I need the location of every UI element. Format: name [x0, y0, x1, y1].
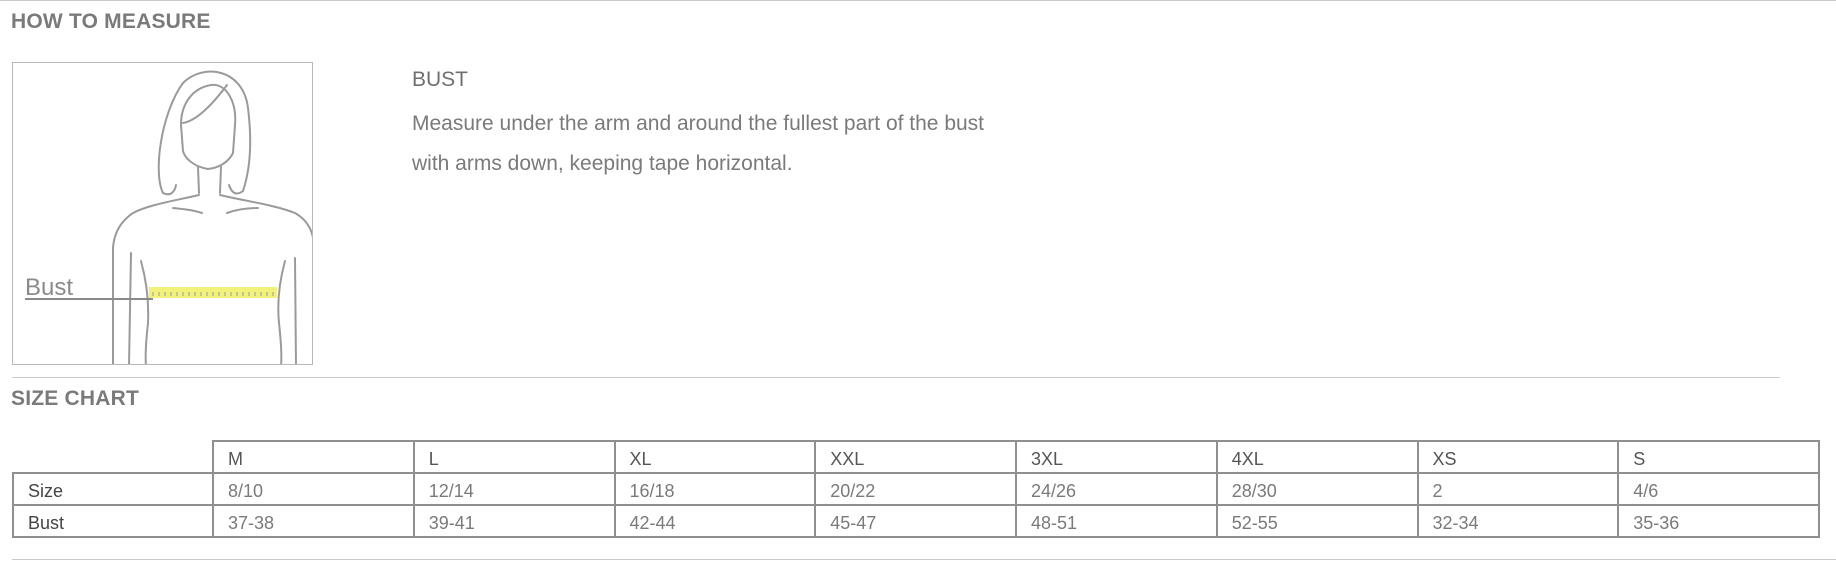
- table-cell: 20/22: [814, 472, 1017, 506]
- column-header: XS: [1416, 440, 1620, 474]
- measure-description-line-2: with arms down, keeping tape horizontal.: [412, 152, 793, 175]
- size-chart-table: M L XL XXL 3XL 4XL XS S Size 8/10 12/14 …: [12, 440, 1820, 538]
- row-label: Size: [12, 472, 214, 506]
- table-cell: 45-47: [814, 504, 1017, 538]
- table-cell: 16/18: [613, 472, 817, 506]
- measure-description: Measure under the arm and around the ful…: [412, 104, 1052, 184]
- top-divider: [0, 0, 1836, 1]
- column-header: S: [1617, 440, 1820, 474]
- table-cell: 4/6: [1617, 472, 1820, 506]
- table-cell: 48-51: [1015, 504, 1218, 538]
- table-cell: 28/30: [1215, 472, 1419, 506]
- table-corner-cell: [13, 441, 214, 474]
- table-cell: 52-55: [1215, 504, 1419, 538]
- bust-measurement-illustration: Bust: [12, 62, 313, 365]
- size-chart-title: SIZE CHART: [11, 387, 139, 410]
- size-table-header-row: M L XL XXL 3XL 4XL XS S: [13, 440, 1820, 474]
- measure-description-line-1: Measure under the arm and around the ful…: [412, 112, 985, 135]
- column-header: 4XL: [1215, 440, 1419, 474]
- table-row: Size 8/10 12/14 16/18 20/22 24/26 28/30 …: [12, 472, 1820, 506]
- table-cell: 24/26: [1015, 472, 1218, 506]
- column-header: M: [212, 440, 415, 474]
- table-cell: 12/14: [412, 472, 616, 506]
- table-row: Bust 37-38 39-41 42-44 45-47 48-51 52-55…: [12, 504, 1820, 538]
- middle-divider: [12, 377, 1780, 378]
- how-to-measure-title: HOW TO MEASURE: [11, 10, 211, 33]
- bottom-divider: [12, 559, 1836, 560]
- column-header: XXL: [814, 440, 1017, 474]
- table-cell: 39-41: [412, 504, 616, 538]
- table-cell: 2: [1416, 472, 1620, 506]
- female-figure-icon: Bust: [25, 70, 312, 364]
- measure-heading: BUST: [412, 68, 469, 91]
- row-label: Bust: [12, 504, 214, 538]
- table-cell: 42-44: [613, 504, 817, 538]
- column-header: XL: [613, 440, 817, 474]
- table-cell: 32-34: [1416, 504, 1620, 538]
- table-cell: 37-38: [212, 504, 415, 538]
- table-cell: 8/10: [212, 472, 415, 506]
- column-header: L: [412, 440, 616, 474]
- table-cell: 35-36: [1617, 504, 1820, 538]
- bust-label: Bust: [25, 274, 73, 301]
- column-header: 3XL: [1015, 440, 1218, 474]
